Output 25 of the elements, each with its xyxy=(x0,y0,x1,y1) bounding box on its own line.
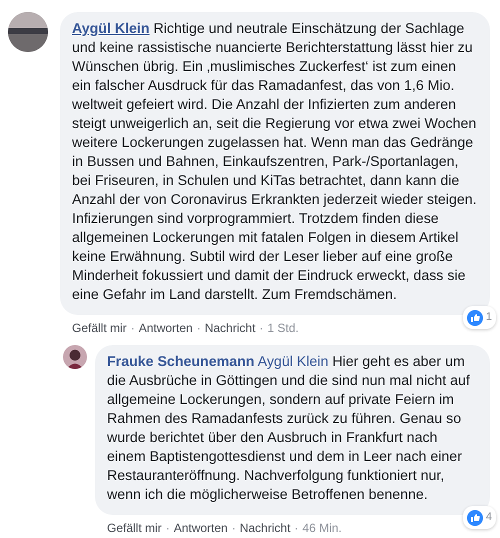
action-link[interactable]: Gefällt mir xyxy=(72,321,127,335)
mention-link[interactable]: Aygül Klein xyxy=(258,354,328,370)
like-count: 4 xyxy=(486,510,492,525)
comment-text: Frauke Scheunemann Aygül Klein Hier geht es aber um die Ausbrüche in Göttingen und die sind nun mal nicht auf allgemeine Lockerungen, sondern auf private Feiern im Rahmen des Ramadanfests zurück zu führen. Genau so wurde berichtet über den Ausbruch in Frankfurt nach einem Baptistengottesdienst und dem in Leer nach einer Restauranteröffnung. Nachverfolgung funktioniert nur, wenn ich die möglicherweise Betroffenen benenne. xyxy=(107,353,471,505)
like-icon xyxy=(466,510,483,526)
separator: · xyxy=(196,321,201,335)
avatar[interactable] xyxy=(8,12,48,52)
action-link[interactable]: Nachricht xyxy=(240,521,290,535)
separator: · xyxy=(166,521,170,535)
author-link[interactable]: Aygül Klein xyxy=(72,21,150,37)
comment-text: Aygül Klein Richtige und neutrale Einschätzung der Sachlage und keine rassistische nuancierte Berichterstattung lässt hier zu Wünschen übrig. Ein ‚muslimisches Zuckerfest‘ ist zum einen ein falscher Ausdruck für das Ramadanfest, das von 1,6 Mio. weltweit gefeiert wird. Die Anzahl der Infizierten zum anderen steigt unweigerlich an, seit die Regierung vor etwa zwei Wochen weitere Lockerungen zugelassen hat. Wenn man das Gedränge in Bussen und Bahnen, Einkaufszentren, Park-/Sportanlagen, bei Friseuren, in Schulen und KiTas betrachtet, dann kann die Anzahl der von Coronavirus Erkrankten jederzeit wieder steigen. Infizierungen sind vorprogrammiert. Trotzdem finden diese allgemeinen Lockerungen mit fatalen Folgen in diesem Artikel keine Erwähnung. Subtil wird der Leser lieber auf eine große Minderheit fokussiert und damit der Eindruck erweckt, dass sie eine Gefahr im Land darstellt. Zum Fremdschämen. xyxy=(72,20,478,305)
separator: · xyxy=(259,321,264,335)
action-link[interactable]: Gefällt mir xyxy=(107,521,162,535)
separator: · xyxy=(294,521,298,535)
timestamp: 1 Std. xyxy=(267,321,299,335)
separator: · xyxy=(232,521,236,535)
timestamp: 46 Min. xyxy=(302,521,342,535)
like-count: 1 xyxy=(486,310,492,325)
action-link[interactable]: Antworten xyxy=(138,321,193,335)
avatar[interactable] xyxy=(63,345,87,369)
like-icon xyxy=(466,310,483,326)
action-link[interactable]: Antworten xyxy=(174,521,228,535)
author-link[interactable]: Frauke Scheunemann xyxy=(107,354,254,370)
separator: · xyxy=(130,321,135,335)
action-link[interactable]: Nachricht xyxy=(204,321,256,335)
